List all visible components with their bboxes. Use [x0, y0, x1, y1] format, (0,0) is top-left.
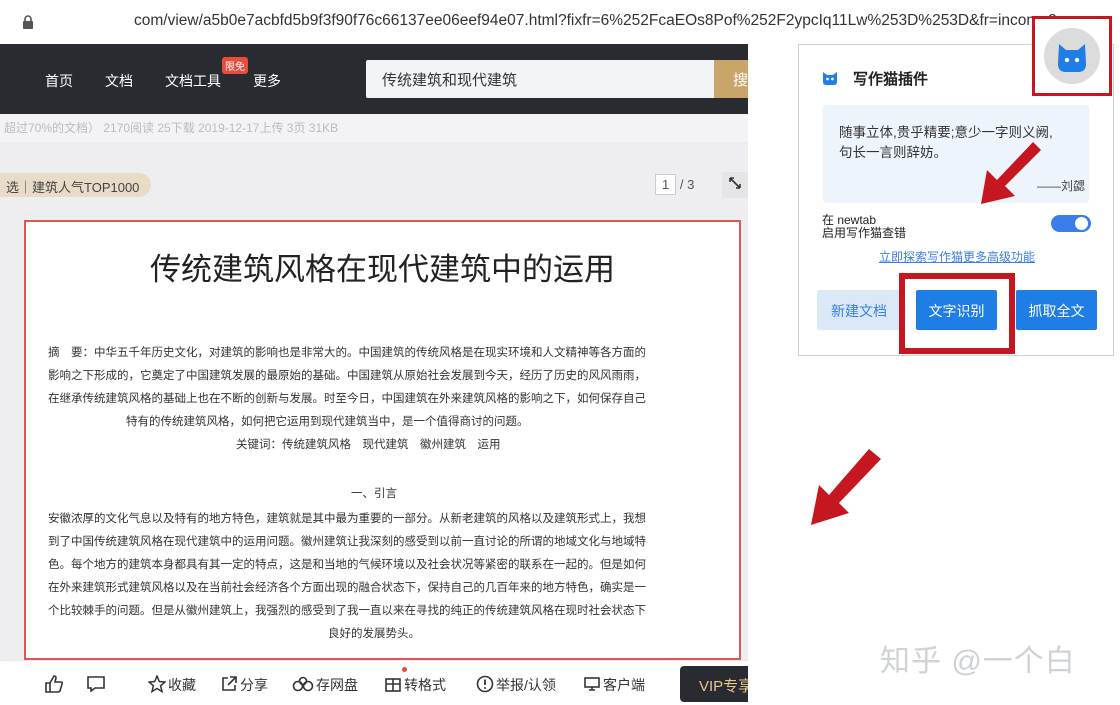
search-input[interactable]: 传统建筑和现代建筑 [366, 60, 718, 98]
ocr-button-highlight [899, 273, 1015, 354]
top-navigation: 首页 文档 文档工具 限免 更多 传统建筑和现代建筑 搜 [0, 44, 748, 114]
address-bar[interactable]: com/view/a5b0e7acbfd5b9f3f90f76c66137ee0… [0, 0, 1070, 44]
cat-face-icon [1058, 44, 1086, 72]
nav-home[interactable]: 首页 [45, 71, 73, 91]
save-cloud-button[interactable]: 存网盘 [292, 675, 358, 695]
convert-label: 转格式 [404, 677, 446, 693]
favorite-label: 收藏 [168, 677, 196, 693]
report-label: 举报/认领 [496, 677, 556, 693]
bottom-toolbar: 收藏 分享 存网盘 转格式 举报/认领 客户端 VIP专享 [0, 660, 748, 705]
body-line: 安徽浓厚的文化气息以及特有的地方特色，建筑就是其中最为重要的一部分。从新老建筑的… [48, 511, 646, 525]
abstract-line: 摘 要：中华五千年历史文化，对建筑的影响也是非常大的。中国建筑的传统风格是在现实… [48, 345, 646, 359]
section-heading: 一、引言 [351, 486, 397, 500]
document-title: 传统建筑风格在现代建筑中的运用 [150, 252, 615, 288]
favorite-button[interactable]: 收藏 [147, 674, 196, 695]
convert-button[interactable]: 转格式 [384, 667, 446, 695]
save-cloud-label: 存网盘 [316, 677, 358, 693]
page-total: / 3 [679, 177, 695, 192]
nav-more[interactable]: 更多 [253, 71, 281, 91]
lock-icon [23, 15, 33, 29]
annotation-arrow-icon [981, 142, 1041, 204]
nav-docs[interactable]: 文档 [105, 71, 133, 91]
document-page: 首页 文档 文档工具 限免 更多 传统建筑和现代建筑 搜 超过70%的文档） 2… [0, 44, 748, 705]
grab-full-text-button[interactable]: 抓取全文 [1016, 290, 1097, 330]
new-document-button[interactable]: 新建文档 [817, 290, 901, 330]
alert-icon [476, 675, 494, 693]
comment-icon[interactable] [86, 675, 108, 693]
page-indicator: 1 / 3 [655, 174, 707, 198]
annotation-arrow-icon [811, 449, 881, 525]
document-meta: 超过70%的文档） 2170阅读 25下载 2019-12-17上传 3页 31… [0, 114, 748, 142]
body-line: 色。每个地方的建筑本身都具有其一定的特点，这是和当地的气候环境以及社会状况等紧密… [48, 557, 646, 571]
body-line: 在外来建筑形式建筑风格以及在当前社会经济各个方面出现的融合状态下，保持自己的几百… [48, 580, 646, 594]
keywords: 关键词：传统建筑风格 现代建筑 徽州建筑 运用 [236, 437, 501, 451]
vip-button[interactable]: VIP专享 [680, 666, 748, 702]
search-button[interactable]: 搜 [714, 60, 748, 98]
free-badge: 限免 [222, 57, 248, 74]
client-label: 客户端 [603, 677, 645, 693]
page-current[interactable]: 1 [655, 174, 677, 195]
extension-avatar[interactable] [1044, 28, 1100, 84]
newtab-toggle[interactable] [1051, 215, 1091, 232]
ranking-tag[interactable]: 选｜建筑人气TOP1000 [0, 173, 152, 197]
document-preview: 传统建筑风格在现代建筑中的运用 摘 要：中华五千年历史文化，对建筑的影响也是非常… [24, 220, 741, 660]
quote-box: 随事立体,贵乎精要;意少一字则义阙, 句长一言则辞妨。 ——刘勰 [823, 105, 1089, 203]
client-button[interactable]: 客户端 [583, 675, 645, 695]
more-features-link[interactable]: 立即探索写作猫更多高级功能 [799, 248, 1115, 265]
extension-icon-highlight [1032, 16, 1112, 96]
toggle-knob [1075, 217, 1088, 230]
thumbs-up-icon[interactable] [44, 675, 66, 693]
body-line: 个比较棘手的问题。但是从徽州建筑上，我强烈的感受到了我一直以来在寻找的纯正的传统… [48, 603, 646, 617]
share-button[interactable]: 分享 [220, 675, 268, 695]
monitor-icon [584, 677, 600, 691]
share-icon [222, 676, 237, 691]
nav-doc-tools[interactable]: 文档工具 [165, 71, 221, 91]
newtab-setting-desc: 启用写作猫查错 [822, 226, 907, 240]
star-icon [147, 674, 167, 694]
cloud-disk-icon [292, 676, 314, 692]
body-line: 良好的发展势头。 [328, 626, 420, 640]
abstract-line: 在继承传统建筑风格的基础上也在不断的创新与发展。时至今日，中国建筑在外来建筑风格… [48, 391, 646, 405]
notification-dot [402, 667, 407, 672]
watermark: 知乎 @一个白 [880, 645, 1076, 678]
cat-logo-icon [823, 72, 837, 85]
body-line: 到了中国传统建筑风格在现代建筑中的运用问题。徽州建筑让我深刻的感受到以前一直讨论… [48, 534, 646, 548]
url-text[interactable]: com/view/a5b0e7acbfd5b9f3f90f76c66137ee0… [134, 12, 1070, 30]
share-label: 分享 [240, 677, 268, 693]
abstract-line: 影响之下形成的，它奠定了中国建筑发展的最原始的基础。中国建筑从原始社会发展到今天… [48, 368, 646, 382]
abstract-line: 特有的传统建筑风格，如何把它运用到现代建筑当中，是一个值得商讨的问题。 [126, 414, 529, 428]
report-button[interactable]: 举报/认领 [476, 675, 556, 695]
expand-icon[interactable] [722, 172, 748, 198]
plugin-title: 写作猫插件 [853, 71, 929, 88]
convert-icon [385, 678, 401, 692]
